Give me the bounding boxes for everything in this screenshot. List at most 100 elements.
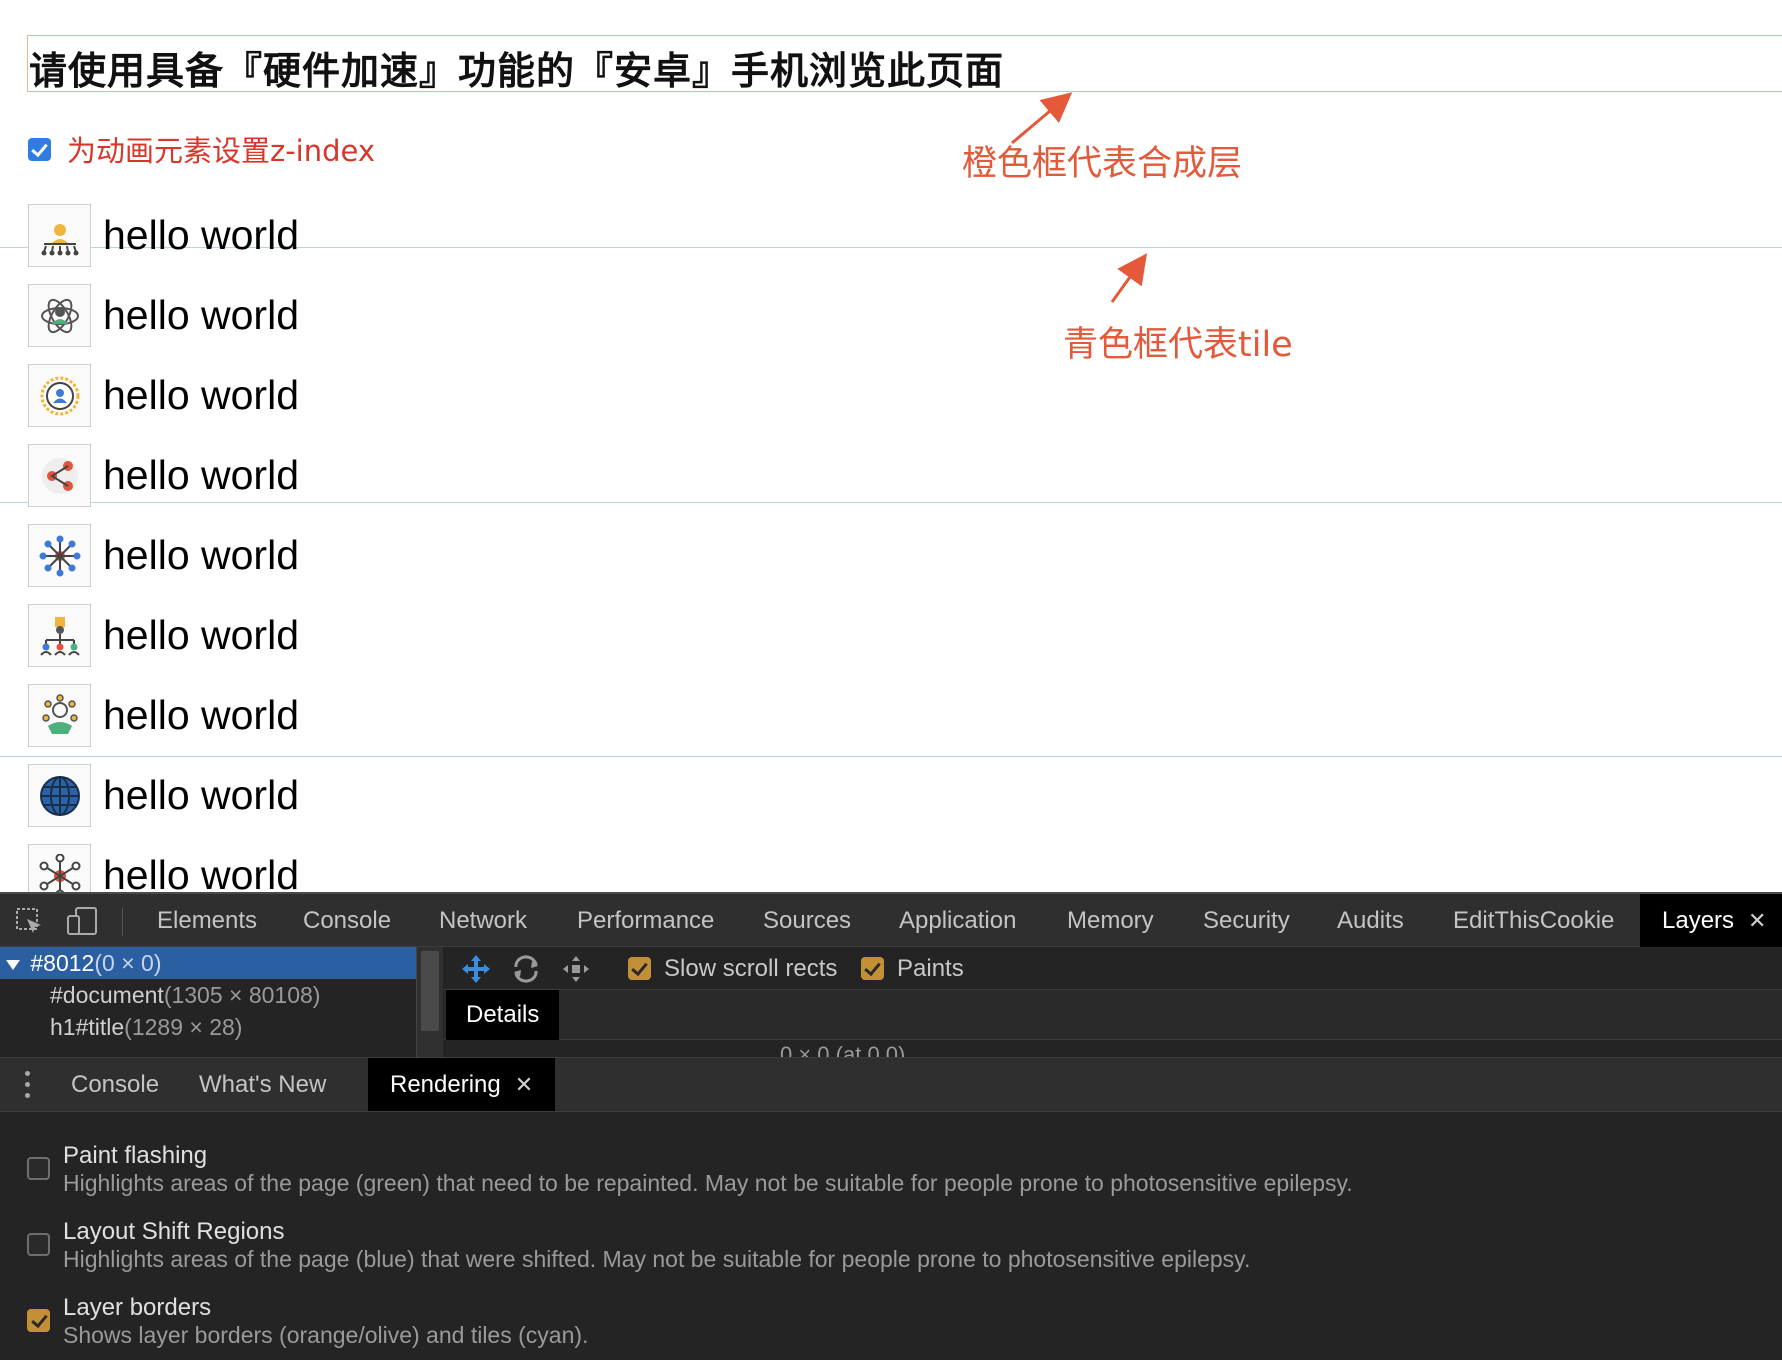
tab-memory[interactable]: Memory	[1067, 894, 1154, 947]
drawer-tab-bar: Console What's New Rendering ✕	[0, 1057, 1782, 1112]
network-hand-icon	[28, 684, 91, 747]
rendering-option-checkbox[interactable]	[27, 1157, 50, 1180]
hierarchy-icon	[28, 604, 91, 667]
rendering-option-title[interactable]: Layout Shift Regions	[63, 1218, 284, 1246]
list-item-text: hello world	[103, 452, 299, 498]
list-item-text: hello world	[103, 852, 299, 892]
list-item: hello world	[28, 844, 299, 892]
close-tab-icon[interactable]: ✕	[1748, 908, 1766, 933]
toolbar-separator	[122, 908, 123, 936]
tab-label: Console	[303, 907, 392, 934]
drawer-tab-console[interactable]: Console	[71, 1058, 159, 1111]
layer-tree[interactable]: #8012(0 × 0) #document(1305 × 80108) h1#…	[0, 947, 416, 1057]
rendering-panel: Paint flashing Highlights areas of the pa…	[0, 1112, 1782, 1360]
paints-label[interactable]: Paints	[897, 947, 964, 990]
layer-tree-item-h1-title[interactable]: h1#title(1289 × 28)	[50, 1011, 242, 1043]
layer-tree-item-document[interactable]: #document(1305 × 80108)	[50, 979, 320, 1011]
list-item: hello world	[28, 604, 299, 667]
expand-triangle-icon[interactable]	[6, 959, 20, 970]
tab-label: Audits	[1337, 907, 1404, 934]
list-item: hello world	[28, 364, 299, 427]
tile-annotation: 青色框代表tile	[1063, 325, 1293, 365]
tab-network[interactable]: Network	[439, 894, 527, 947]
details-size-text: 0 × 0 (at 0,0)	[780, 1042, 906, 1057]
drawer-tab-what-s-new[interactable]: What's New	[199, 1058, 326, 1111]
layer-tree-item-root[interactable]: #8012(0 × 0)	[0, 947, 416, 979]
layer-annotation: 橙色框代表合成层	[962, 144, 1243, 184]
tab-label: Sources	[763, 907, 852, 934]
molecule-icon	[28, 844, 91, 892]
list-item: hello world	[28, 684, 299, 747]
tab-performance[interactable]: Performance	[577, 894, 714, 947]
device-toolbar-icon[interactable]	[66, 906, 100, 936]
layer-name: h1#title	[50, 1014, 125, 1040]
tile-border-line	[0, 756, 1782, 757]
atom-person-icon	[28, 284, 91, 347]
drawer-menu-icon[interactable]	[25, 1071, 31, 1101]
list-item-text: hello world	[103, 292, 299, 338]
tab-sources[interactable]: Sources	[763, 894, 851, 947]
list-item-text: hello world	[103, 612, 299, 658]
web-page-viewport: 请使用具备『硬件加速』功能的『安卓』手机浏览此页面 为动画元素设置z-index…	[0, 0, 1782, 892]
tab-layers[interactable]: Layers ✕	[1640, 894, 1782, 947]
pan-mode-icon[interactable]	[460, 953, 492, 985]
person-circle-icon	[28, 364, 91, 427]
layer-size: (0 × 0)	[94, 950, 162, 976]
close-tab-icon[interactable]: ✕	[515, 1072, 533, 1097]
tile-annotation-arrow	[1110, 253, 1147, 303]
list-item: hello world	[28, 284, 299, 347]
layer-size: (1305 × 80108)	[163, 982, 321, 1008]
tab-editthiscookie[interactable]: EditThisCookie	[1453, 894, 1614, 947]
z-index-toggle-row[interactable]: 为动画元素设置z-index	[28, 128, 375, 170]
tab-label: Layers	[1662, 907, 1735, 934]
layer-name: #8012	[30, 950, 95, 976]
tab-application[interactable]: Application	[899, 894, 1016, 947]
rotate-mode-icon[interactable]	[510, 953, 542, 985]
globe-icon	[28, 764, 91, 827]
tab-label: Elements	[157, 907, 258, 934]
list-item: hello world	[28, 524, 299, 587]
list-item: hello world	[28, 204, 299, 267]
tab-security[interactable]: Security	[1203, 894, 1290, 947]
z-index-checkbox-label[interactable]: 为动画元素设置z-index	[67, 128, 375, 170]
list-item: hello world	[28, 444, 299, 507]
details-content: 0 × 0 (at 0,0)	[444, 1040, 1782, 1057]
rendering-option-description: Shows layer borders (orange/olive) and t…	[63, 1322, 589, 1348]
slow-scroll-rects-checkbox[interactable]	[628, 957, 651, 980]
drawer-tab-rendering[interactable]: Rendering ✕	[368, 1058, 556, 1111]
inspect-element-icon[interactable]	[14, 906, 44, 936]
hub-network-icon	[28, 524, 91, 587]
paints-checkbox[interactable]	[861, 957, 884, 980]
rendering-option-checkbox[interactable]	[27, 1233, 50, 1256]
rendering-option-description: Highlights areas of the page (blue) that…	[63, 1246, 1251, 1272]
rendering-option-title[interactable]: Paint flashing	[63, 1142, 207, 1170]
org-network-icon	[28, 204, 91, 267]
layers-toolbar: Slow scroll rects Paints	[444, 947, 1782, 990]
layer-tree-scrollbar[interactable]	[416, 947, 443, 1057]
tab-label: Performance	[577, 907, 715, 934]
devtools-panel: Elements Console Network Performance Sources…	[0, 892, 1782, 1360]
devtools-tab-bar: Elements Console Network Performance Sources…	[0, 892, 1782, 947]
tab-label: Security	[1203, 907, 1290, 934]
details-tab-bar: Details	[444, 990, 1782, 1040]
rendering-option-title[interactable]: Layer borders	[63, 1294, 211, 1322]
list-item-text: hello world	[103, 372, 299, 418]
tab-label: Console	[71, 1071, 160, 1098]
tab-label: Application	[899, 907, 1017, 934]
layer-size: (1289 × 28)	[124, 1014, 243, 1040]
list-item-text: hello world	[103, 532, 299, 578]
tab-elements[interactable]: Elements	[157, 894, 257, 947]
tab-console[interactable]: Console	[303, 894, 391, 947]
tab-audits[interactable]: Audits	[1337, 894, 1404, 947]
tab-label: Network	[439, 907, 528, 934]
reset-transform-icon[interactable]	[560, 953, 592, 985]
scrollbar-thumb[interactable]	[421, 951, 439, 1031]
page-title: 请使用具备『硬件加速』功能的『安卓』手机浏览此页面	[29, 49, 1005, 93]
z-index-checkbox[interactable]	[28, 137, 51, 161]
rendering-option-description: Highlights areas of the page (green) tha…	[63, 1170, 1353, 1196]
layer-name: #document	[50, 982, 164, 1008]
rendering-option-checkbox[interactable]	[27, 1309, 50, 1332]
tab-details[interactable]: Details	[446, 990, 560, 1040]
list-item: hello world	[28, 764, 299, 827]
slow-scroll-rects-label[interactable]: Slow scroll rects	[664, 947, 837, 990]
